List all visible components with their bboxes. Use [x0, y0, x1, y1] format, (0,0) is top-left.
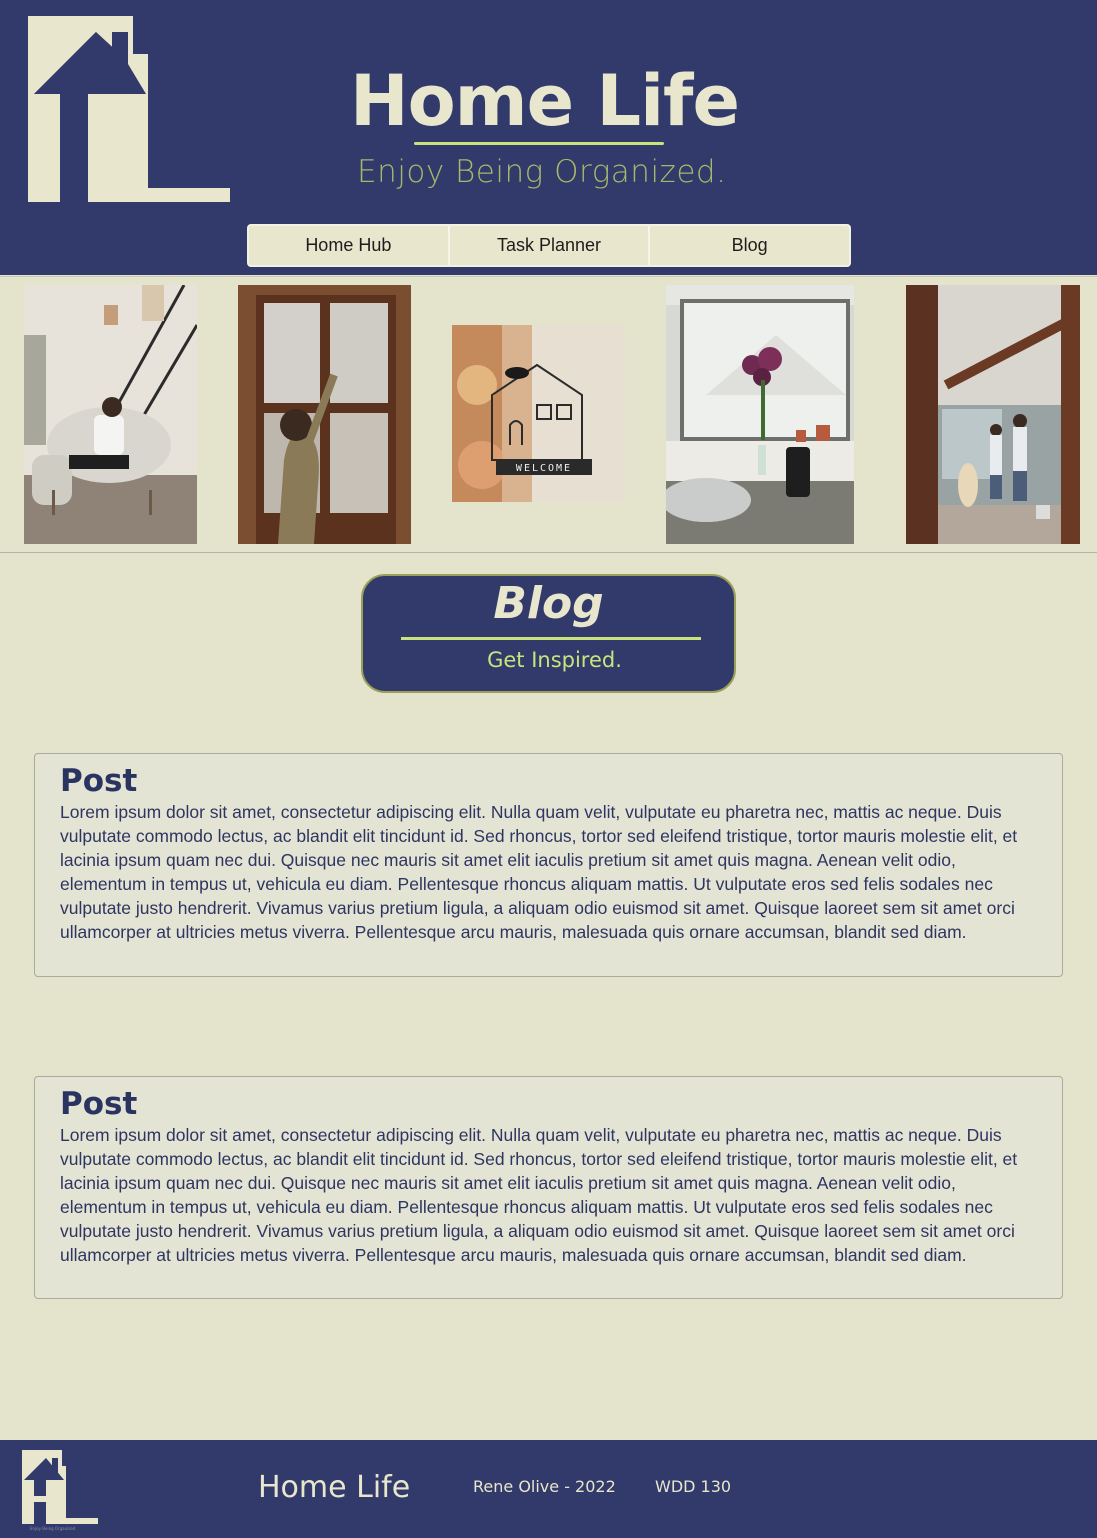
post-body: Lorem ipsum dolor sit amet, consectetur … [60, 802, 1018, 942]
title-underline [414, 142, 664, 145]
footer-author: Rene Olive - 2022 [473, 1477, 616, 1496]
nav-item-task-planner[interactable]: Task Planner [450, 226, 651, 265]
post-body: Lorem ipsum dolor sit amet, consectetur … [60, 1125, 1018, 1265]
post-title: Post [60, 1086, 138, 1122]
nav-item-home-hub[interactable]: Home Hub [249, 226, 450, 265]
footer-course: WDD 130 [655, 1477, 732, 1496]
post-title: Post [60, 763, 138, 799]
home-life-logo-icon[interactable] [28, 16, 230, 202]
banner-subtitle: Get Inspired. [487, 648, 622, 672]
blog-post: Post Lorem ipsum dolor sit amet, consect… [34, 753, 1063, 977]
kitchen-window-flowers-photo [666, 285, 854, 544]
couple-with-dog-photo [906, 285, 1080, 544]
site-header: Home Life Enjoy Being Organized. Home Hu… [0, 0, 1097, 275]
site-tagline: Enjoy Being Organized. [357, 154, 727, 190]
main-nav: Home Hub Task Planner Blog [247, 224, 851, 267]
site-title: Home Life [350, 60, 740, 142]
footer-logo-tagline: Enjoy Being Organized [30, 1526, 76, 1531]
banner-underline [401, 637, 701, 640]
woman-at-window-photo [238, 285, 411, 544]
welcome-sign-text: WELCOME [516, 463, 572, 474]
footer-logo-icon[interactable]: Enjoy Being Organized [20, 1448, 100, 1532]
site-footer: Enjoy Being Organized Home Life Rene Oli… [0, 1440, 1097, 1538]
banner-title: Blog [493, 578, 604, 629]
woman-on-armchair-photo [24, 285, 197, 544]
nav-item-blog[interactable]: Blog [650, 226, 849, 265]
photo-gallery: WELCOME [0, 276, 1097, 553]
blog-banner: Blog Get Inspired. [361, 574, 736, 693]
blog-post: Post Lorem ipsum dolor sit amet, consect… [34, 1076, 1063, 1299]
footer-title: Home Life [258, 1470, 411, 1505]
welcome-sign-photo: WELCOME [452, 325, 625, 502]
